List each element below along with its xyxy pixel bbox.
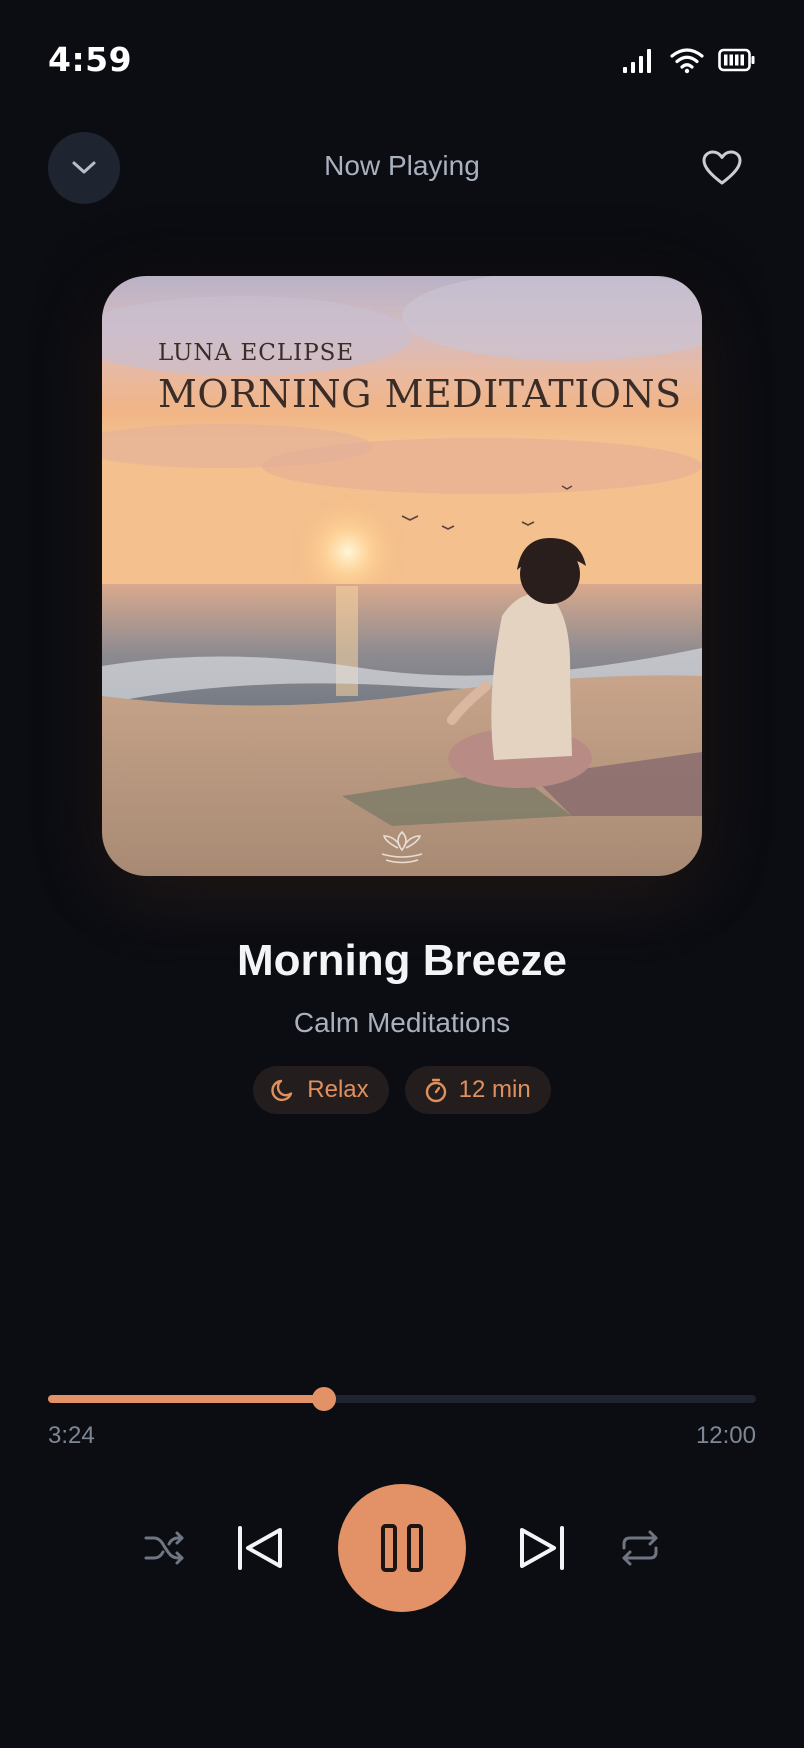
total-time: 12:00 xyxy=(695,1422,756,1449)
shuffle-button[interactable] xyxy=(140,1525,188,1571)
tag-label: Relax xyxy=(307,1076,369,1103)
current-time: 3:24 xyxy=(48,1422,95,1449)
shuffle-icon xyxy=(144,1531,184,1565)
repeat-button[interactable] xyxy=(616,1525,664,1571)
play-pause-button[interactable] xyxy=(338,1484,466,1612)
status-time: 4:59 xyxy=(48,40,133,79)
track-title: Morning Breeze xyxy=(236,936,568,985)
skip-previous-icon xyxy=(238,1526,282,1570)
tag-chip-relax[interactable]: Relax xyxy=(253,1066,389,1114)
progress-fill xyxy=(48,1395,325,1403)
timer-icon xyxy=(425,1078,446,1103)
album-artwork: LUNA ECLIPSE MORNING MEDITATIONS xyxy=(102,276,702,876)
status-icons xyxy=(622,46,756,74)
now-playing-screen: 4:59 Now Playing LUNA ECLIPSE MORNING ME… xyxy=(0,0,804,1748)
skip-next-icon xyxy=(520,1526,564,1570)
wifi-icon xyxy=(670,48,704,74)
tag-chip-duration[interactable]: 12 min xyxy=(404,1066,551,1114)
signal-icon xyxy=(623,49,651,73)
heart-icon xyxy=(702,150,742,185)
page-title: Now Playing xyxy=(324,150,480,181)
tag-label: 12 min xyxy=(458,1076,531,1103)
favorite-button[interactable] xyxy=(700,148,744,188)
pause-icon xyxy=(381,1524,423,1572)
progress-thumb[interactable] xyxy=(312,1387,337,1411)
repeat-icon xyxy=(622,1530,658,1566)
progress-slider[interactable] xyxy=(48,1387,756,1411)
next-button[interactable] xyxy=(514,1520,570,1576)
previous-button[interactable] xyxy=(232,1520,288,1576)
artwork-image xyxy=(102,276,702,876)
artwork-artist-text: LUNA ECLIPSE xyxy=(158,340,355,366)
artwork-title-text: MORNING MEDITATIONS xyxy=(158,372,682,416)
battery-icon xyxy=(718,48,755,72)
tag-list: Relax 12 min xyxy=(0,1066,804,1114)
track-artist: Calm Meditations xyxy=(293,1007,511,1038)
moon-icon xyxy=(271,1079,293,1102)
